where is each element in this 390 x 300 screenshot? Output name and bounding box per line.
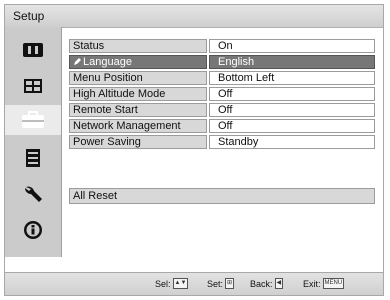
setup-window: Setup Status On Language English Menu Po… <box>4 4 384 296</box>
screen-icon <box>24 79 42 93</box>
setting-label: High Altitude Mode <box>69 87 207 101</box>
setting-label: Language <box>69 55 207 69</box>
setting-value: Off <box>209 87 375 101</box>
setting-label: Menu Position <box>69 71 207 85</box>
info-icon <box>24 221 42 239</box>
setup-briefcase-icon <box>22 111 44 128</box>
setting-value: English <box>209 55 375 69</box>
key-guide: Sel: ▲▼ Set: ⊞ Back: ◀ Exit: MENU <box>5 272 383 295</box>
sidebar-item-information[interactable] <box>13 215 53 245</box>
setting-label: Remote Start <box>69 103 207 117</box>
settings-row-network-management[interactable]: Network Management Off <box>69 119 375 134</box>
picture-icon <box>23 43 43 57</box>
setting-value: On <box>209 39 375 53</box>
edit-icon <box>74 58 81 65</box>
arrow-left-icon: ◀ <box>274 278 284 289</box>
set-key-hint: Set: ⊞ <box>207 278 235 289</box>
window-title: Setup <box>13 9 45 23</box>
setting-label: Network Management <box>69 119 207 133</box>
sidebar-item-menu[interactable] <box>13 143 53 173</box>
settings-row-status[interactable]: Status On <box>69 39 375 54</box>
setting-value: Standby <box>209 135 375 149</box>
enter-icon: ⊞ <box>225 278 235 289</box>
menu-key-icon: MENU <box>322 278 345 289</box>
sidebar-item-screen[interactable] <box>13 71 53 101</box>
select-key-hint: Sel: ▲▼ <box>155 278 189 289</box>
setting-value: Off <box>209 119 375 133</box>
settings-row-power-saving[interactable]: Power Saving Standby <box>69 135 375 150</box>
sidebar-item-setup[interactable] <box>5 105 61 135</box>
arrow-up-down-icon: ▲▼ <box>172 278 189 289</box>
setting-label: Status <box>69 39 207 53</box>
back-key-hint: Back: ◀ <box>250 278 284 289</box>
setting-label: Power Saving <box>69 135 207 149</box>
menu-list-icon <box>26 149 40 167</box>
setting-value: Bottom Left <box>209 71 375 85</box>
title-bar: Setup <box>5 5 383 28</box>
exit-key-hint: Exit: MENU <box>303 278 345 289</box>
settings-row-menu-position[interactable]: Menu Position Bottom Left <box>69 71 375 86</box>
setting-value: Off <box>209 103 375 117</box>
sidebar-item-function[interactable] <box>13 179 53 209</box>
wrench-icon <box>25 186 42 202</box>
menu-sidebar <box>5 27 62 257</box>
settings-row-remote-start[interactable]: Remote Start Off <box>69 103 375 118</box>
settings-row-high-altitude[interactable]: High Altitude Mode Off <box>69 87 375 102</box>
settings-row-language[interactable]: Language English <box>69 55 375 70</box>
all-reset-button[interactable]: All Reset <box>69 188 375 204</box>
sidebar-item-picture[interactable] <box>13 35 53 65</box>
settings-panel: Status On Language English Menu Position… <box>65 27 381 263</box>
